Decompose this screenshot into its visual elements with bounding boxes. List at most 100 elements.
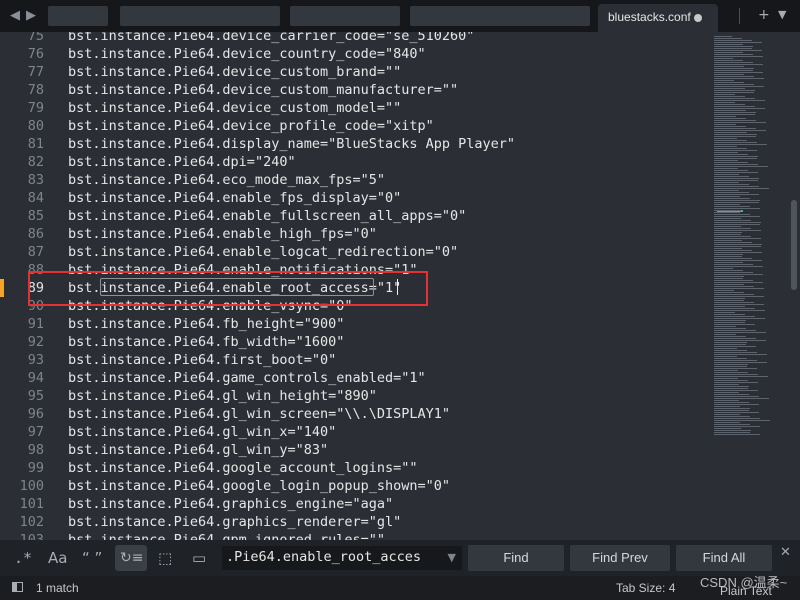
tab-blurred[interactable] [120, 6, 280, 26]
highlight-matches-icon[interactable]: ▭ [192, 548, 206, 568]
config-key: bst.instance.Pie64.google_account_logins… [68, 460, 402, 476]
code-line[interactable]: bst.instance.Pie64.gl_win_y="83" [68, 441, 328, 459]
in-selection-icon[interactable]: ⬚ [158, 548, 172, 568]
code-line[interactable]: bst.instance.Pie64.gpm_ignored_rules="" [68, 531, 385, 540]
minimap-line [714, 334, 736, 335]
minimap-line [714, 94, 735, 95]
code-line[interactable]: bst.instance.Pie64.device_custom_model="… [68, 99, 401, 117]
regex-toggle[interactable]: .* [14, 548, 32, 568]
minimap[interactable] [712, 32, 788, 540]
config-value: "BlueStacks App Player" [328, 136, 516, 152]
code-line[interactable]: bst.instance.Pie64.graphics_renderer="gl… [68, 513, 401, 531]
minimap-line [714, 200, 760, 201]
minimap-line [714, 174, 739, 175]
code-line[interactable]: bst.instance.Pie64.gl_win_x="140" [68, 423, 336, 441]
tab-blurred[interactable] [290, 6, 400, 26]
minimap-line [714, 250, 752, 251]
history-dropdown-icon[interactable]: ▼ [448, 551, 456, 564]
minimap-line [714, 290, 734, 291]
tab-bluestacks-conf[interactable]: bluestacks.conf [598, 4, 718, 32]
unsaved-dot-icon[interactable] [694, 14, 702, 22]
config-key: bst.instance.Pie64.game_controls_enabled… [68, 370, 402, 386]
code-line[interactable]: bst.instance.Pie64.fb_width="1600" [68, 333, 344, 351]
find-input[interactable]: .Pie64.enable_root_acces ▼ [222, 546, 462, 570]
minimap-line [714, 90, 755, 91]
close-icon[interactable]: ✕ [780, 545, 791, 560]
minimap-line [714, 284, 744, 285]
tab-bar: ◀ ▶ bluestacks.conf + ▼ [0, 0, 800, 32]
minimap-line [714, 220, 751, 221]
code-line[interactable]: bst.instance.Pie64.enable_fps_display="0… [68, 189, 401, 207]
line-number: 84 [27, 190, 44, 206]
code-line[interactable]: bst.instance.Pie64.first_boot="0" [68, 351, 336, 369]
line-number: 98 [27, 442, 44, 458]
minimap-line [714, 418, 760, 419]
find-prev-button[interactable]: Find Prev [570, 545, 670, 571]
line-number: 94 [27, 370, 44, 386]
line-number: 101 [19, 496, 44, 512]
minimap-line [714, 204, 740, 205]
minimap-line [714, 226, 741, 227]
plus-icon[interactable]: + [758, 6, 770, 24]
whole-word-toggle[interactable]: “ ” [82, 548, 102, 568]
minimap-line [714, 136, 756, 137]
minimap-line [714, 342, 747, 343]
config-key: bst.instance.Pie64.graphics_engine= [68, 496, 353, 512]
code-line[interactable]: bst.instance.Pie64.google_account_logins… [68, 459, 418, 477]
minimap-line [714, 112, 756, 113]
code-editor[interactable]: 75 76 77 78 79 80 81 82 83 84 85 86 87 88 89 90 91 92 93 94… [0, 32, 712, 540]
code-line[interactable]: bst.instance.Pie64.device_custom_brand="… [68, 63, 401, 81]
code-line[interactable]: bst.instance.Pie64.game_controls_enabled… [68, 369, 426, 387]
minimap-line [714, 64, 763, 65]
minimap-line [714, 96, 745, 97]
code-line[interactable]: bst.instance.Pie64.enable_fullscreen_all… [68, 207, 466, 225]
minimap-line [714, 362, 767, 363]
code-line[interactable]: bst.instance.Pie64.google_login_popup_sh… [68, 477, 450, 495]
minimap-line [714, 38, 742, 39]
code-line[interactable]: bst.instance.Pie64.device_profile_code="… [68, 117, 434, 135]
config-value: "\\.\DISPLAY1" [336, 406, 451, 422]
minimap-line [714, 196, 740, 197]
code-line[interactable]: bst.instance.Pie64.device_country_code="… [68, 45, 426, 63]
code-line[interactable]: bst.instance.Pie64.device_custom_manufac… [68, 81, 458, 99]
minimap-line [714, 400, 739, 401]
watermark: CSDN @温柔~ [700, 575, 788, 590]
tab-blurred[interactable] [410, 6, 590, 26]
config-value: "se_510260" [384, 32, 475, 44]
vertical-scrollbar[interactable] [788, 32, 800, 540]
code-line[interactable]: bst.instance.Pie64.display_name="BlueSta… [68, 135, 515, 153]
code-line[interactable]: bst.instance.Pie64.enable_high_fps="0" [68, 225, 377, 243]
config-key: bst.instance.Pie64.eco_mode_max_fps= [68, 172, 361, 188]
code-line[interactable]: bst.instance.Pie64.graphics_engine="aga" [68, 495, 393, 513]
find-all-button[interactable]: Find All [676, 545, 772, 571]
scrollbar-thumb[interactable] [791, 200, 797, 290]
minimap-line [714, 270, 743, 271]
code-line[interactable]: bst.instance.Pie64.device_carrier_code="… [68, 32, 474, 45]
chevron-down-icon[interactable]: ▼ [778, 6, 786, 24]
minimap-line [714, 170, 748, 171]
case-sensitive-toggle[interactable]: Aa [48, 548, 67, 568]
tab-blurred[interactable] [48, 6, 108, 26]
minimap-line [714, 308, 755, 309]
config-key: bst.instance.Pie64.dpi= [68, 154, 255, 170]
find-button[interactable]: Find [468, 545, 564, 571]
minimap-line [714, 384, 739, 385]
panel-toggle-icon[interactable] [12, 582, 23, 592]
code-line[interactable]: bst.instance.Pie64.gl_win_height="890" [68, 387, 377, 405]
config-value: "0" [376, 190, 402, 206]
minimap-line [714, 298, 745, 299]
config-value: "890" [336, 388, 377, 404]
code-line[interactable]: bst.instance.Pie64.enable_logcat_redirec… [68, 243, 458, 261]
nav-back-icon[interactable]: ◀ [10, 9, 20, 22]
minimap-line [714, 380, 748, 381]
tab-size-indicator[interactable]: Tab Size: 4 [616, 581, 675, 595]
code-line[interactable]: bst.instance.Pie64.eco_mode_max_fps="5" [68, 171, 385, 189]
code-line[interactable]: bst.instance.Pie64.dpi="240" [68, 153, 296, 171]
minimap-line [714, 256, 742, 257]
line-number: 79 [27, 100, 44, 116]
minimap-line [714, 266, 763, 267]
minimap-line [714, 320, 746, 321]
code-line[interactable]: bst.instance.Pie64.fb_height="900" [68, 315, 344, 333]
code-line[interactable]: bst.instance.Pie64.gl_win_screen="\\.\DI… [68, 405, 450, 423]
nav-forward-icon[interactable]: ▶ [26, 9, 36, 22]
